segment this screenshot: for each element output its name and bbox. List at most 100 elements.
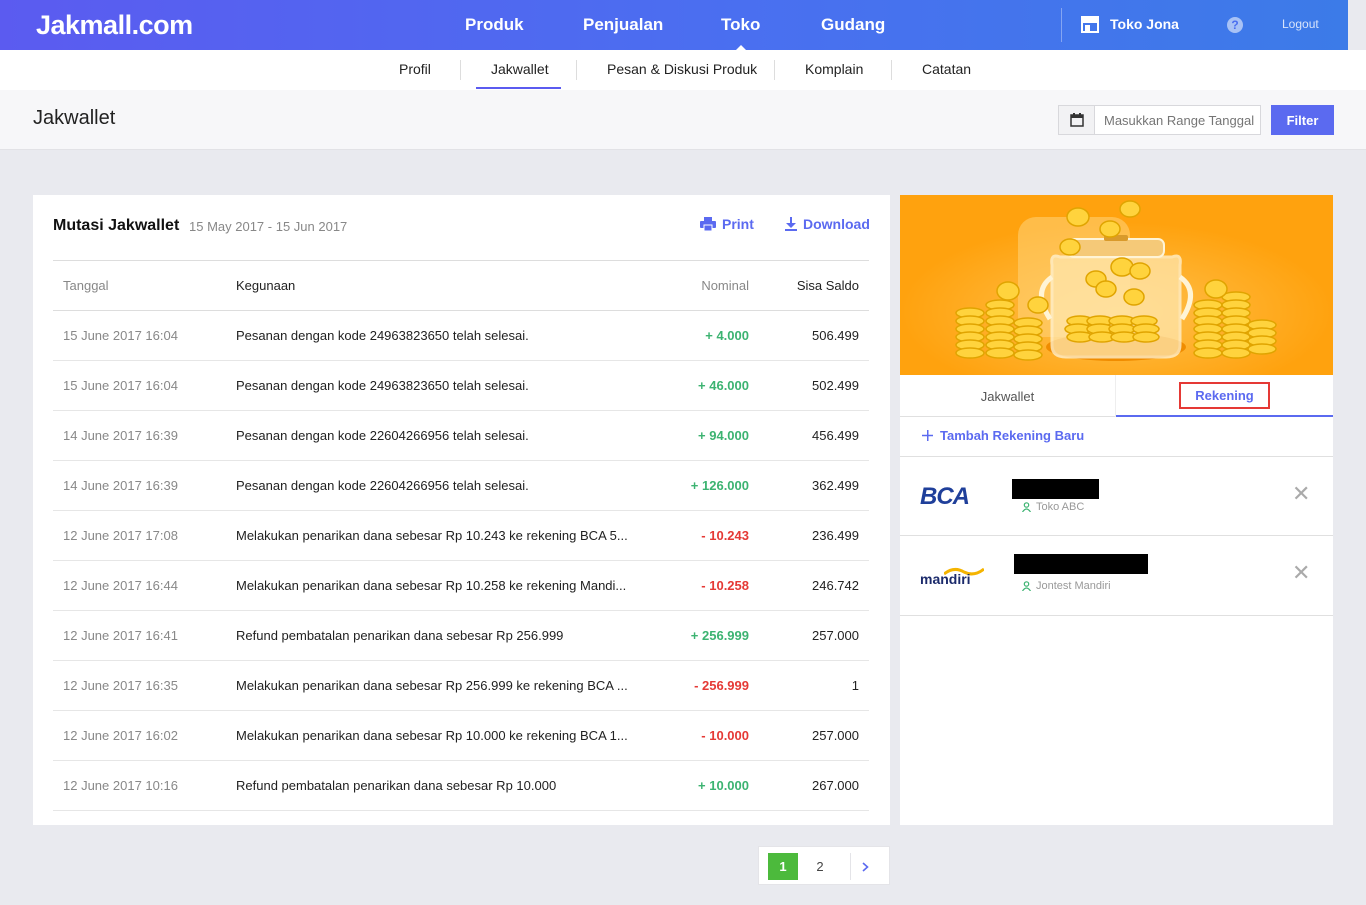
date-range-picker[interactable]	[1058, 105, 1261, 135]
row-nominal: - 10.243	[636, 510, 749, 561]
account-owner-name: Toko ABC	[1036, 501, 1085, 513]
redacted-account-number	[1012, 479, 1099, 499]
store-menu[interactable]: Toko Jona	[1080, 15, 1179, 33]
nav-produk[interactable]: Produk	[465, 15, 524, 35]
row-date: 12 June 2017 16:41	[53, 610, 236, 661]
row-nominal: - 10.000	[636, 710, 749, 761]
row-description: Melakukan penarikan dana sebesar Rp 10.0…	[236, 710, 636, 761]
mutasi-table: Tanggal Kegunaan Nominal Sisa Saldo 15 J…	[53, 260, 869, 811]
row-description: Melakukan penarikan dana sebesar Rp 10.2…	[236, 560, 636, 611]
table-row: 15 June 2017 16:04 Pesanan dengan kode 24…	[53, 360, 869, 411]
row-saldo: 456.499	[749, 410, 869, 461]
row-date: 14 June 2017 16:39	[53, 460, 236, 511]
col-nominal: Nominal	[636, 260, 749, 311]
wallet-tabs: Jakwallet Rekening	[900, 375, 1333, 417]
download-label: Download	[803, 216, 870, 232]
row-saldo: 362.499	[749, 460, 869, 511]
nav-penjualan[interactable]: Penjualan	[583, 15, 663, 35]
coin-jar-illustration	[900, 195, 1333, 375]
redacted-account-number	[1014, 554, 1148, 574]
table-row: 15 June 2017 16:04 Pesanan dengan kode 24…	[53, 310, 869, 361]
subnav-separator	[576, 60, 577, 80]
row-nominal: + 126.000	[636, 460, 749, 511]
row-nominal: - 10.258	[636, 560, 749, 611]
add-account-button[interactable]: Tambah Rekening Baru	[922, 428, 1084, 443]
nav-gudang[interactable]: Gudang	[821, 15, 885, 35]
bca-logo: BCA	[920, 483, 970, 510]
nav-divider	[1061, 8, 1062, 42]
subnav-pesan-diskusi[interactable]: Pesan & Diskusi Produk	[607, 61, 757, 77]
calendar-icon[interactable]	[1059, 106, 1095, 134]
row-saldo: 257.000	[749, 710, 869, 761]
col-tanggal: Tanggal	[53, 260, 236, 311]
row-description: Pesanan dengan kode 22604266956 telah se…	[236, 410, 636, 461]
subnav-separator	[774, 60, 775, 80]
row-date: 12 June 2017 16:02	[53, 710, 236, 761]
table-row: 14 June 2017 16:39 Pesanan dengan kode 22…	[53, 410, 869, 461]
remove-account-icon[interactable]: ✕	[1292, 483, 1310, 505]
row-nominal: - 256.999	[636, 660, 749, 711]
plus-icon	[922, 430, 933, 441]
nav-toko[interactable]: Toko	[721, 15, 760, 52]
printer-icon	[700, 217, 716, 231]
row-nominal: + 256.999	[636, 610, 749, 661]
brand-logo[interactable]: Jakmall.com	[36, 10, 193, 41]
chevron-right-icon	[862, 861, 869, 872]
row-date: 12 June 2017 17:08	[53, 510, 236, 561]
page-title: Jakwallet	[33, 107, 116, 129]
help-icon[interactable]: ?	[1227, 17, 1243, 33]
row-description: Melakukan penarikan dana sebesar Rp 10.2…	[236, 510, 636, 561]
row-description: Refund pembatalan penarikan dana sebesar…	[236, 610, 636, 661]
row-saldo: 506.499	[749, 310, 869, 361]
user-icon	[1022, 502, 1031, 512]
table-row: 12 June 2017 16:35 Melakukan penarikan da…	[53, 660, 869, 711]
subnav-catatan[interactable]: Catatan	[922, 61, 971, 77]
page-header: Jakwallet Filter	[0, 90, 1366, 150]
account-row: mandiri Jontest Mandiri ✕	[900, 536, 1333, 616]
next-page-button[interactable]	[850, 853, 880, 880]
row-saldo: 1	[749, 660, 869, 711]
mutasi-date-range: 15 May 2017 - 15 Jun 2017	[189, 219, 348, 234]
row-description: Refund pembatalan penarikan dana sebesar…	[236, 760, 636, 811]
subnav-profil[interactable]: Profil	[399, 61, 431, 77]
row-date: 15 June 2017 16:04	[53, 360, 236, 411]
remove-account-icon[interactable]: ✕	[1292, 562, 1310, 584]
row-nominal: + 46.000	[636, 360, 749, 411]
print-button[interactable]: Print	[700, 216, 754, 232]
coin-jar-banner	[900, 195, 1333, 375]
table-row: 14 June 2017 16:39 Pesanan dengan kode 22…	[53, 460, 869, 511]
mandiri-logo: mandiri	[920, 571, 971, 587]
row-date: 12 June 2017 10:16	[53, 760, 236, 811]
logout-link[interactable]: Logout	[1282, 17, 1319, 31]
page-1-button[interactable]: 1	[768, 853, 798, 880]
row-date: 12 June 2017 16:35	[53, 660, 236, 711]
mutasi-card: Mutasi Jakwallet 15 May 2017 - 15 Jun 20…	[33, 195, 890, 825]
subnav-komplain[interactable]: Komplain	[805, 61, 863, 77]
subnav-jakwallet[interactable]: Jakwallet	[491, 61, 549, 77]
table-row: 12 June 2017 16:02 Melakukan penarikan da…	[53, 710, 869, 761]
row-date: 15 June 2017 16:04	[53, 310, 236, 361]
subnav-separator	[891, 60, 892, 80]
tab-jakwallet[interactable]: Jakwallet	[900, 375, 1116, 417]
download-icon	[785, 217, 797, 231]
row-saldo: 267.000	[749, 760, 869, 811]
date-range-input[interactable]	[1095, 106, 1259, 134]
subnav-separator	[460, 60, 461, 80]
download-button[interactable]: Download	[785, 216, 870, 232]
filter-button[interactable]: Filter	[1271, 105, 1334, 135]
account-owner-name: Jontest Mandiri	[1036, 580, 1111, 592]
table-row: 12 June 2017 16:41 Refund pembatalan pena…	[53, 610, 869, 661]
table-row: 12 June 2017 17:08 Melakukan penarikan da…	[53, 510, 869, 561]
row-description: Pesanan dengan kode 24963823650 telah se…	[236, 360, 636, 411]
table-row: 12 June 2017 16:44 Melakukan penarikan da…	[53, 560, 869, 611]
page-2-button[interactable]: 2	[805, 853, 835, 880]
row-date: 14 June 2017 16:39	[53, 410, 236, 461]
table-header-row: Tanggal Kegunaan Nominal Sisa Saldo	[53, 260, 869, 311]
tab-rekening[interactable]: Rekening	[1116, 375, 1333, 417]
row-saldo: 502.499	[749, 360, 869, 411]
row-nominal: + 94.000	[636, 410, 749, 461]
row-nominal: + 10.000	[636, 760, 749, 811]
mutasi-title: Mutasi Jakwallet	[53, 217, 180, 234]
row-date: 12 June 2017 16:44	[53, 560, 236, 611]
top-navbar: Jakmall.com Produk Penjualan Toko Gudang…	[0, 0, 1348, 52]
